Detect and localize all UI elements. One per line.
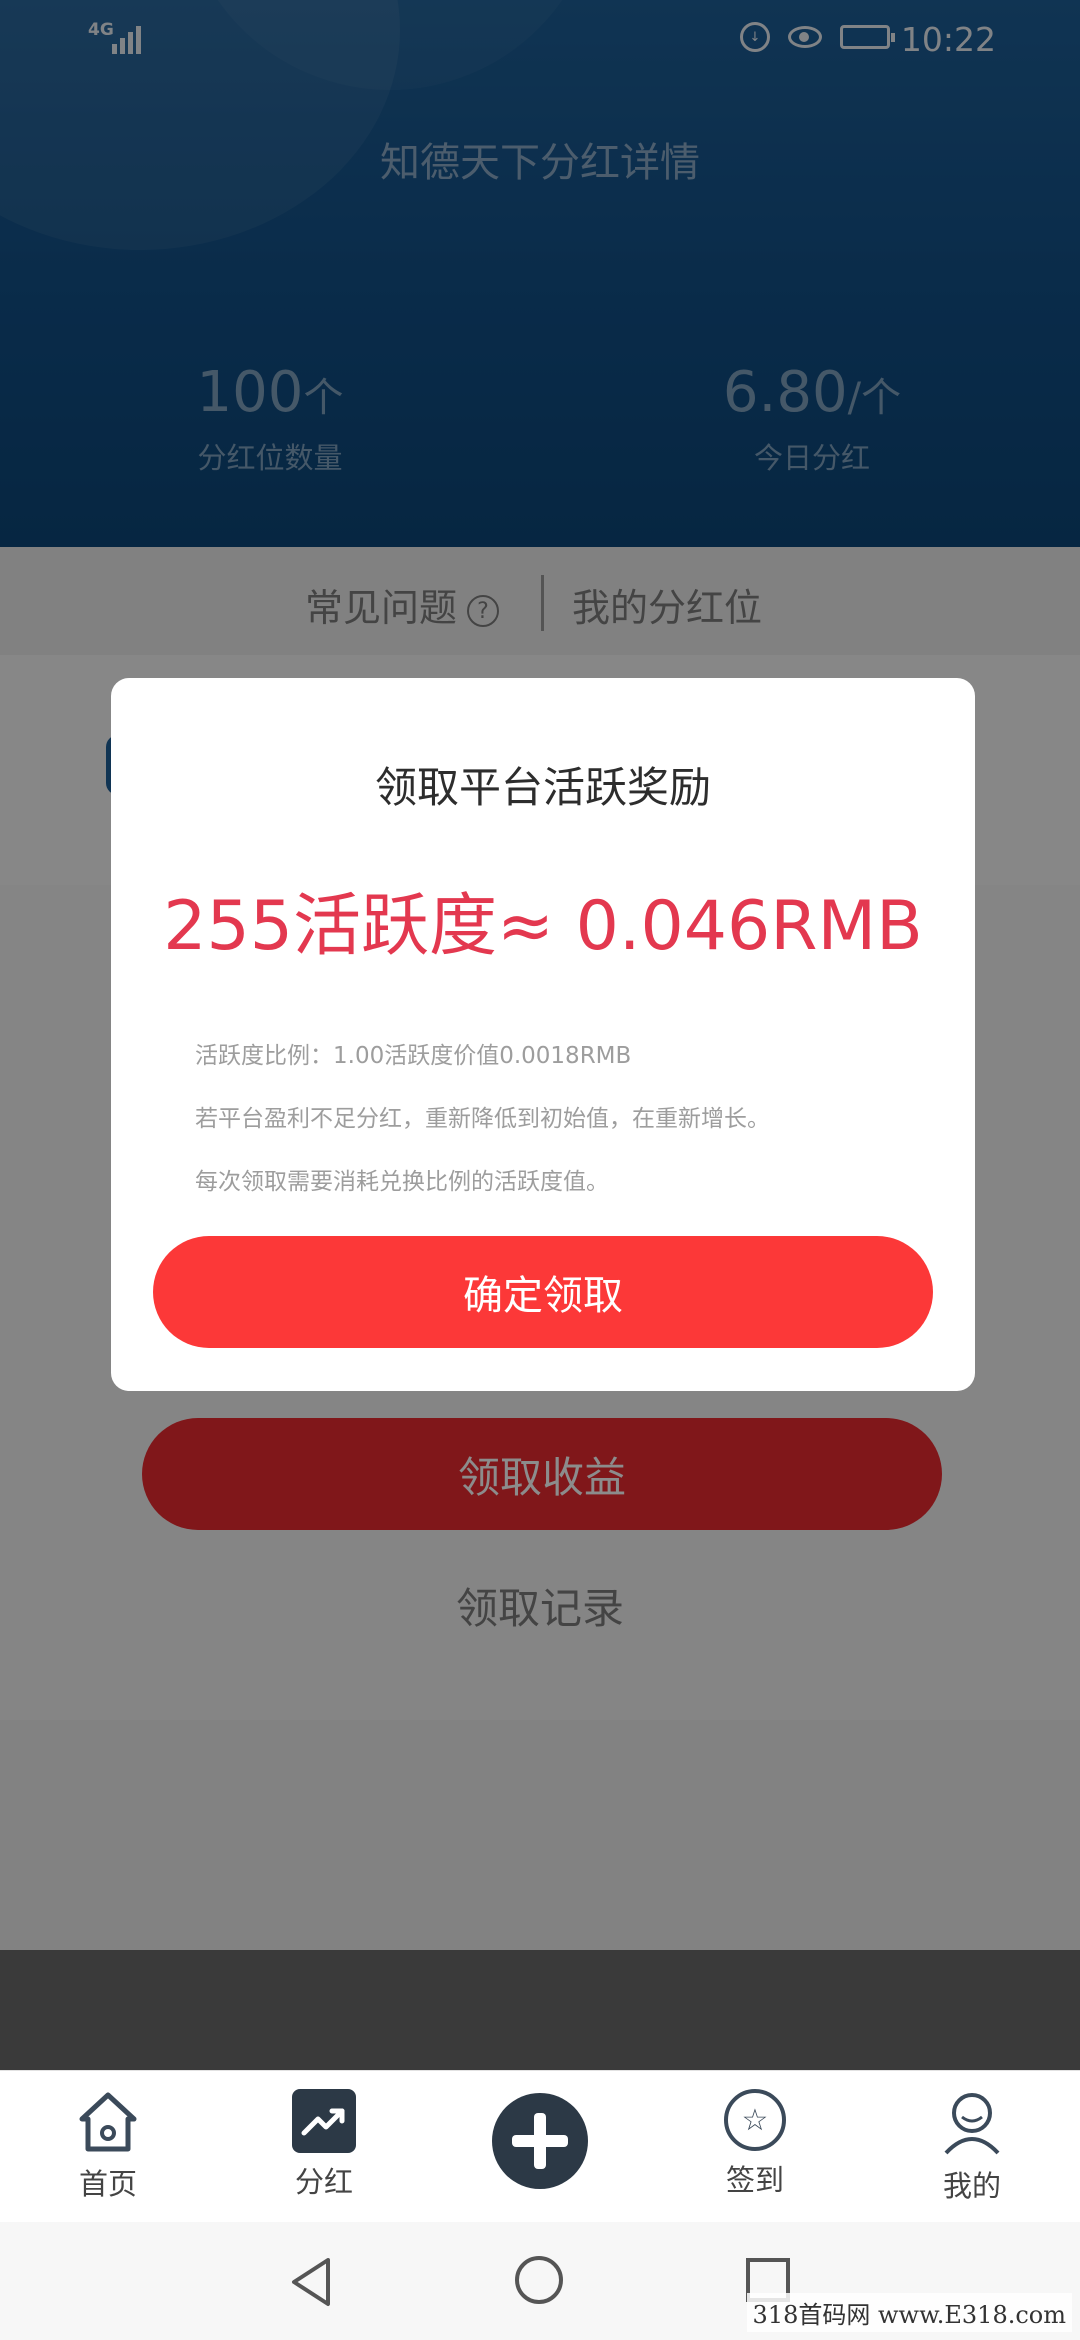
dialog-note: 活跃度比例：1.00活跃度价值0.0018RMB <box>195 1043 632 1069</box>
nav-label: 分红 <box>294 2165 353 2199</box>
watermark: 318首码网 www.E318.com <box>746 2293 1072 2332</box>
user-icon <box>940 2089 1004 2157</box>
nav-label: 签到 <box>725 2163 784 2197</box>
back-icon[interactable] <box>288 2256 334 2312</box>
nav-checkin[interactable]: ☆ 签到 <box>685 2089 825 2199</box>
trend-chart-icon <box>292 2089 356 2153</box>
home-icon <box>76 2089 140 2155</box>
dialog-note: 若平台盈利不足分红，重新降低到初始值，在重新增长。 <box>195 1106 770 1132</box>
bottom-nav: 首页 分红 ☆ 签到 我的 <box>0 2070 1080 2223</box>
nav-home[interactable]: 首页 <box>38 2089 178 2203</box>
plus-icon[interactable] <box>492 2093 588 2189</box>
nav-dividend[interactable]: 分红 <box>254 2089 394 2201</box>
reward-amount: 255活跃度≈ 0.046RMB <box>163 887 923 966</box>
nav-label: 我的 <box>942 2169 1001 2203</box>
nav-label: 首页 <box>78 2167 137 2201</box>
confirm-claim-button[interactable]: 确定领取 <box>153 1236 933 1348</box>
reward-dialog: 领取平台活跃奖励 255活跃度≈ 0.046RMB 活跃度比例：1.00活跃度价… <box>111 678 975 1391</box>
star-badge-icon: ☆ <box>724 2089 786 2151</box>
dialog-note: 每次领取需要消耗兑换比例的活跃度值。 <box>195 1169 609 1195</box>
nav-profile[interactable]: 我的 <box>902 2089 1042 2205</box>
home-circle-icon[interactable] <box>515 2256 563 2304</box>
dialog-title: 领取平台活跃奖励 <box>374 763 711 812</box>
